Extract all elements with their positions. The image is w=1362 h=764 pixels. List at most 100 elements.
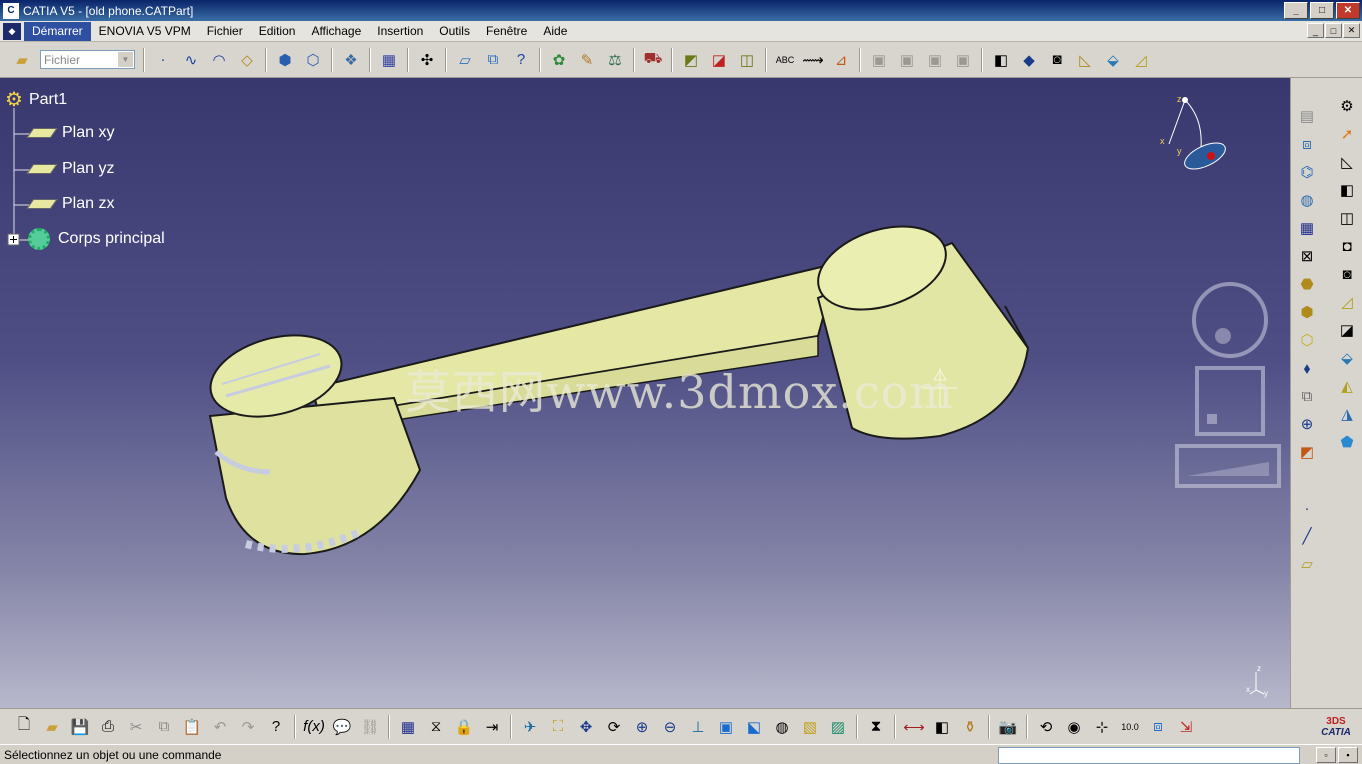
- close-button[interactable]: ✕: [1336, 2, 1360, 19]
- surface-icon[interactable]: ◿: [1129, 48, 1153, 72]
- menu-fichier[interactable]: Fichier: [199, 22, 251, 41]
- shading-icon[interactable]: ▨: [826, 715, 850, 739]
- menu-enovia[interactable]: ENOVIA V5 VPM: [91, 22, 199, 41]
- symmetry-icon[interactable]: ⊠: [1295, 244, 1319, 268]
- whats-this-icon[interactable]: ?: [264, 715, 288, 739]
- dress-up-icon[interactable]: ⌬: [1295, 160, 1319, 184]
- measure-icon[interactable]: ⟿: [801, 48, 825, 72]
- copy-icon[interactable]: ⧉: [152, 715, 176, 739]
- shaft-icon[interactable]: ❖: [339, 48, 363, 72]
- file-select[interactable]: Fichier ▼: [40, 50, 135, 69]
- paste-icon[interactable]: 📋: [180, 715, 204, 739]
- minimize-button[interactable]: _: [1284, 2, 1308, 19]
- catia-logo-icon[interactable]: ◆: [3, 22, 21, 40]
- target-icon[interactable]: ◩: [1295, 440, 1319, 464]
- shaft-icon[interactable]: ◿: [1335, 290, 1359, 314]
- measure-item-icon[interactable]: ◧: [930, 715, 954, 739]
- settings-icon[interactable]: ⚙: [1335, 94, 1359, 118]
- redo-icon[interactable]: ↷: [236, 715, 260, 739]
- lock-icon[interactable]: 🔒: [452, 715, 476, 739]
- rib-icon[interactable]: ⬢: [1295, 300, 1319, 324]
- sketcher-icon[interactable]: ◺: [1335, 150, 1359, 174]
- material-icon[interactable]: ◫: [735, 48, 759, 72]
- pocket-icon[interactable]: ◧: [1335, 178, 1359, 202]
- thickness-icon[interactable]: ⊕: [1295, 412, 1319, 436]
- pad-icon[interactable]: ⬢: [273, 48, 297, 72]
- formula-icon[interactable]: f(x): [302, 715, 326, 739]
- hide-show-icon[interactable]: ◍: [770, 715, 794, 739]
- view-cube-icon[interactable]: ⬕: [742, 715, 766, 739]
- compass-widget[interactable]: z x y: [1155, 92, 1235, 182]
- command-input[interactable]: [998, 747, 1300, 764]
- sew-icon[interactable]: ⬙: [1335, 346, 1359, 370]
- chevron-down-icon[interactable]: ▼: [118, 52, 133, 67]
- maximize-button[interactable]: □: [1310, 2, 1334, 19]
- fit-all-icon[interactable]: ⛶: [546, 715, 570, 739]
- render-icon[interactable]: ◩: [679, 48, 703, 72]
- sketch-icon[interactable]: ◇: [235, 48, 259, 72]
- law-icon[interactable]: ⚖: [603, 48, 627, 72]
- refresh-icon[interactable]: ⟲: [1034, 715, 1058, 739]
- doc-close-button[interactable]: ✕: [1343, 23, 1360, 38]
- remove-face-icon[interactable]: ⬟: [1335, 430, 1359, 454]
- edge-fillet-icon[interactable]: ⬡: [1295, 328, 1319, 352]
- menu-outils[interactable]: Outils: [431, 22, 478, 41]
- undo-icon[interactable]: ↶: [208, 715, 232, 739]
- spell-check-icon[interactable]: ABC: [773, 48, 797, 72]
- doc-minimize-button[interactable]: _: [1307, 23, 1324, 38]
- circle-arc-icon[interactable]: ◠: [207, 48, 231, 72]
- units-icon[interactable]: 10.0: [1118, 715, 1142, 739]
- status-toggle-button[interactable]: ▫: [1316, 747, 1336, 763]
- groove-icon[interactable]: ◫: [1335, 206, 1359, 230]
- surface-icon[interactable]: ◮: [1335, 402, 1359, 426]
- split-icon[interactable]: ◪: [1335, 318, 1359, 342]
- tree-icon[interactable]: ⧖: [424, 715, 448, 739]
- table-icon[interactable]: ▦: [396, 715, 420, 739]
- help-icon[interactable]: ?: [509, 48, 533, 72]
- axis-icon[interactable]: ⊹: [1090, 715, 1114, 739]
- apply-material-icon[interactable]: ◪: [707, 48, 731, 72]
- zoom-out-icon[interactable]: ⊖: [658, 715, 682, 739]
- cut-icon[interactable]: ✂: [124, 715, 148, 739]
- rotate-icon[interactable]: ⟳: [602, 715, 626, 739]
- copy-paste-icon[interactable]: ⧈: [1295, 132, 1319, 156]
- folder-open-icon[interactable]: ▰: [10, 48, 34, 72]
- hole-icon[interactable]: ◘: [1335, 234, 1359, 258]
- shell-icon[interactable]: ◙: [1335, 262, 1359, 286]
- menu-edition[interactable]: Edition: [251, 22, 304, 41]
- fly-icon[interactable]: ✈: [518, 715, 542, 739]
- thicken-icon[interactable]: ◭: [1335, 374, 1359, 398]
- solid-icon[interactable]: ◧: [989, 48, 1013, 72]
- new-icon[interactable]: 🗋: [12, 715, 36, 739]
- print-icon[interactable]: ⎙: [96, 715, 120, 739]
- coords-icon[interactable]: ⧈: [1146, 715, 1170, 739]
- plane-icon[interactable]: ▱: [453, 48, 477, 72]
- save-icon[interactable]: 💾: [68, 715, 92, 739]
- open-icon[interactable]: ▰: [40, 715, 64, 739]
- doc-restore-button[interactable]: □: [1325, 23, 1342, 38]
- pattern-icon[interactable]: ▦: [377, 48, 401, 72]
- pad-icon[interactable]: ⬣: [1295, 272, 1319, 296]
- capture-icon[interactable]: 📷: [996, 715, 1020, 739]
- grid-icon[interactable]: ▦: [1295, 216, 1319, 240]
- catalog-icon[interactable]: ✿: [547, 48, 571, 72]
- sweep-icon[interactable]: ◆: [1017, 48, 1041, 72]
- analysis-icon[interactable]: ⛟: [641, 48, 665, 72]
- swap-icon[interactable]: ▧: [798, 715, 822, 739]
- update-icon[interactable]: ⇲: [1174, 715, 1198, 739]
- annotation-icon[interactable]: ⊿: [829, 48, 853, 72]
- point-icon[interactable]: ·: [1295, 496, 1319, 520]
- status-close-button[interactable]: ▪: [1338, 747, 1358, 763]
- axis-icon[interactable]: ✣: [415, 48, 439, 72]
- shell-icon[interactable]: ◙: [1045, 48, 1069, 72]
- chamfer-icon[interactable]: ⬧: [1295, 356, 1319, 380]
- zoom-in-icon[interactable]: ⊕: [630, 715, 654, 739]
- draft-icon[interactable]: ⧉: [1295, 384, 1319, 408]
- point-icon[interactable]: ·: [151, 48, 175, 72]
- link-icon[interactable]: ⛓: [358, 715, 382, 739]
- pocket-icon[interactable]: ⬡: [301, 48, 325, 72]
- spline-icon[interactable]: ∿: [179, 48, 203, 72]
- pan-icon[interactable]: ✥: [574, 715, 598, 739]
- boolean-icon[interactable]: ⧉: [481, 48, 505, 72]
- block-icon[interactable]: ⬙: [1101, 48, 1125, 72]
